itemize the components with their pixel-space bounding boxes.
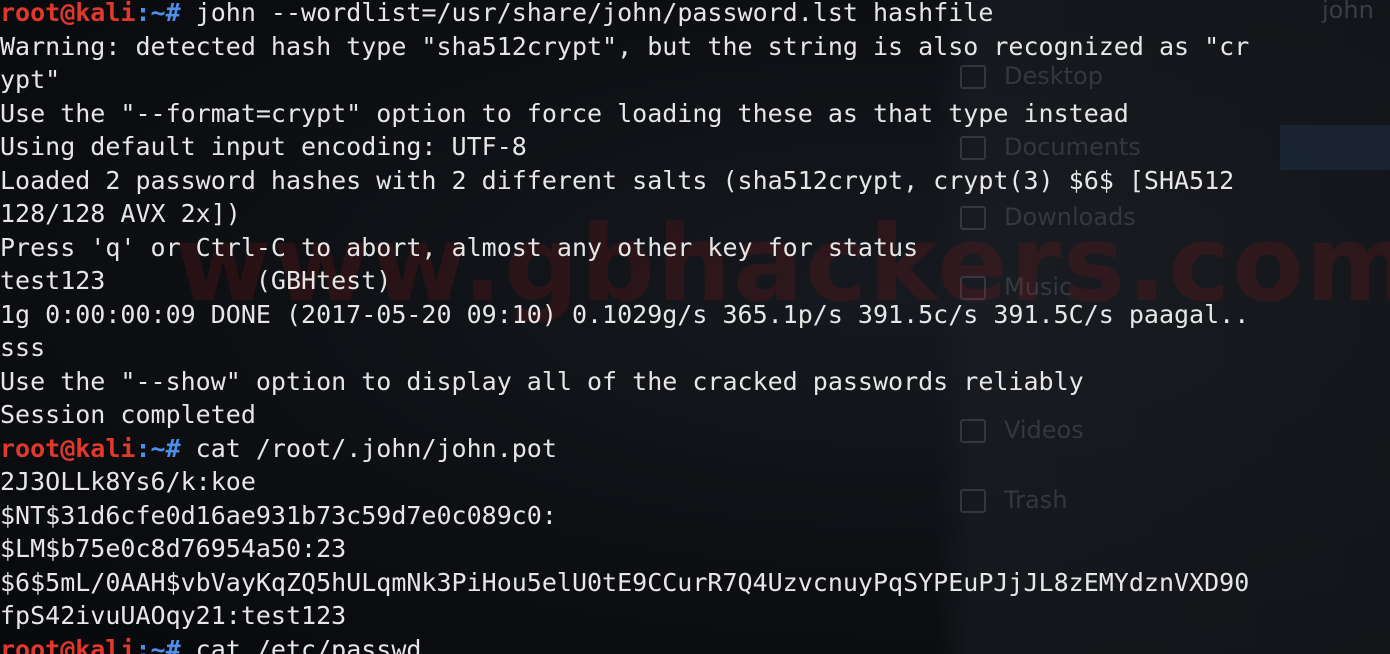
prompt-line: root@kali:~# cat /root/.john/john.pot <box>0 432 1249 466</box>
output-line: 128/128 AVX 2x]) <box>0 199 241 228</box>
output-line: Session completed <box>0 400 256 429</box>
output-line: $NT$31d6cfe0d16ae931b73c59d7e0c089c0: <box>0 500 557 530</box>
prompt-path: :~# <box>135 0 181 27</box>
prompt-line: root@kali:~# john --wordlist=/usr/share/… <box>0 0 1249 30</box>
output-line: $6$5mL/0AAH$vbVayKqZQ5hULqmNk3PiHou5elU0… <box>0 567 1250 597</box>
prompt-user-host: root@kali <box>0 0 136 27</box>
background-selection-highlight <box>1280 125 1390 170</box>
prompt-line: root@kali:~# cat /etc/passwd <box>0 633 1249 654</box>
prompt-path: :~# <box>135 634 181 654</box>
prompt-user-host: root@kali <box>0 433 136 463</box>
terminal-output: root@kali:~# john --wordlist=/usr/share/… <box>0 0 1249 654</box>
output-line: ypt" <box>0 65 61 94</box>
output-line: Press 'q' or Ctrl-C to abort, almost any… <box>0 232 919 262</box>
command-text: cat /root/.john/john.pot <box>180 433 557 463</box>
output-line: Loaded 2 password hashes with 2 differen… <box>0 165 1250 195</box>
output-line: Warning: detected hash type "sha512crypt… <box>0 31 1250 61</box>
terminal-window[interactable]: john Desktop Documents Downloads Music Video… <box>0 0 1390 654</box>
output-line: $LM$b75e0c8d76954a50:23 <box>0 534 347 563</box>
output-line: Use the "--format=crypt" option to force… <box>0 98 1129 128</box>
output-line: fpS42ivuUAOqy21:test123 <box>0 601 347 630</box>
output-line: Use the "--show" option to display all o… <box>0 366 1084 396</box>
output-line: test123 (GBHtest) <box>0 266 392 295</box>
output-line: sss <box>0 333 46 362</box>
output-line: Using default input encoding: UTF-8 <box>0 132 527 161</box>
output-line: 2J3OLLk8Ys6/k:koe <box>0 467 256 496</box>
output-line: 1g 0:00:00:09 DONE (2017-05-20 09:10) 0.… <box>0 299 1250 329</box>
prompt-path: :~# <box>135 433 181 463</box>
prompt-user-host: root@kali <box>0 634 136 654</box>
command-text: john --wordlist=/usr/share/john/password… <box>180 0 994 27</box>
background-window-title: john <box>1322 0 1374 24</box>
command-text: cat /etc/passwd <box>180 634 422 654</box>
